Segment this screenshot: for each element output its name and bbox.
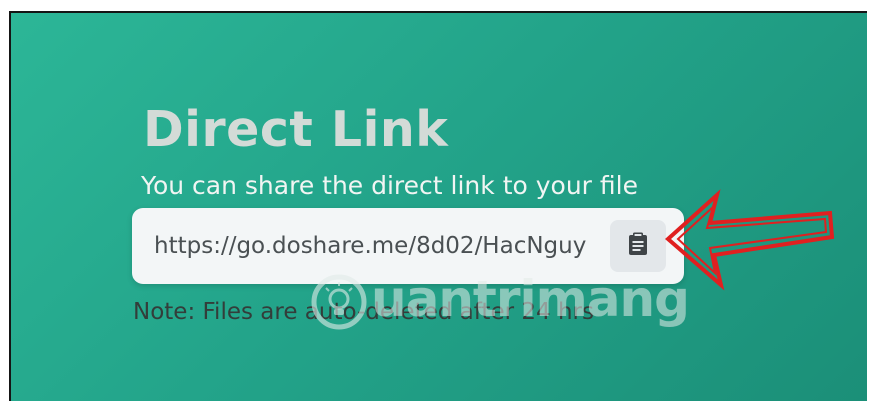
page-title: Direct Link [143, 101, 449, 158]
copy-link-button[interactable] [610, 220, 666, 272]
subtitle: You can share the direct link to your fi… [141, 171, 638, 200]
direct-link-url[interactable]: https://go.doshare.me/8d02/HacNguyen [154, 230, 587, 262]
watermark: uantrimang [309, 266, 690, 336]
watermark-text: uantrimang [371, 270, 690, 328]
clipboard-icon [628, 232, 648, 260]
red-arrow-icon [660, 185, 835, 295]
